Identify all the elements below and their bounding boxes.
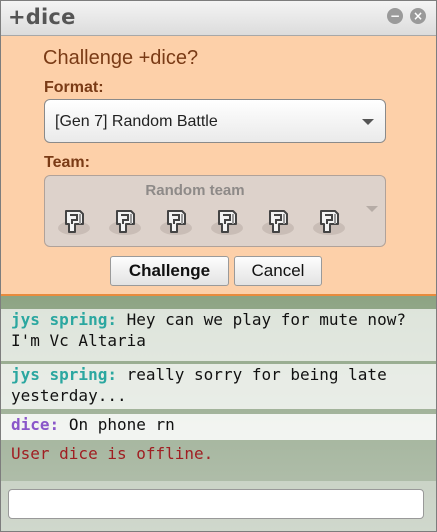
format-select[interactable]: [Gen 7] Random Battle xyxy=(44,99,386,143)
chevron-down-icon xyxy=(362,119,374,125)
cancel-button[interactable]: Cancel xyxy=(234,256,322,286)
chat-message: jys spring: really sorry for being late … xyxy=(1,364,436,409)
format-value: [Gen 7] Random Battle xyxy=(55,113,218,130)
challenge-panel: Challenge +dice? Format: [Gen 7] Random … xyxy=(1,36,436,296)
team-select[interactable]: Random team xyxy=(44,175,386,247)
unknown-pokemon-icon xyxy=(210,206,244,238)
chat-input[interactable] xyxy=(8,489,424,519)
offline-notice: User dice is offline. xyxy=(11,444,214,463)
chat-text: On phone rn xyxy=(68,415,175,434)
chat-username[interactable]: jys spring: xyxy=(11,310,117,329)
format-label: Format: xyxy=(44,79,104,96)
chat-username[interactable]: jys spring: xyxy=(11,365,117,384)
unknown-pokemon-icon xyxy=(57,206,91,238)
chat-log: jys spring: Hey can we play for mute now… xyxy=(1,296,436,481)
challenge-heading: Challenge +dice? xyxy=(43,47,199,69)
chat-message: jys spring: Hey can we play for mute now… xyxy=(1,309,436,361)
chat-message: dice: On phone rn xyxy=(1,414,436,440)
window-titlebar[interactable]: +dice − × xyxy=(1,1,436,36)
team-value: Random team xyxy=(145,182,245,199)
close-icon[interactable]: × xyxy=(410,8,426,24)
chevron-down-icon xyxy=(366,206,378,212)
unknown-pokemon-icon xyxy=(159,206,193,238)
team-label: Team: xyxy=(44,154,90,171)
window-title: +dice xyxy=(8,5,76,29)
unknown-pokemon-icon xyxy=(108,206,142,238)
chat-input-bar xyxy=(1,481,436,531)
chat-username[interactable]: dice: xyxy=(11,415,59,434)
challenge-button[interactable]: Challenge xyxy=(110,256,229,286)
pm-window: +dice − × Challenge +dice? Format: [Gen … xyxy=(0,0,437,532)
unknown-pokemon-icon xyxy=(261,206,295,238)
minimize-icon[interactable]: − xyxy=(387,8,403,24)
unknown-pokemon-icon xyxy=(312,206,346,238)
